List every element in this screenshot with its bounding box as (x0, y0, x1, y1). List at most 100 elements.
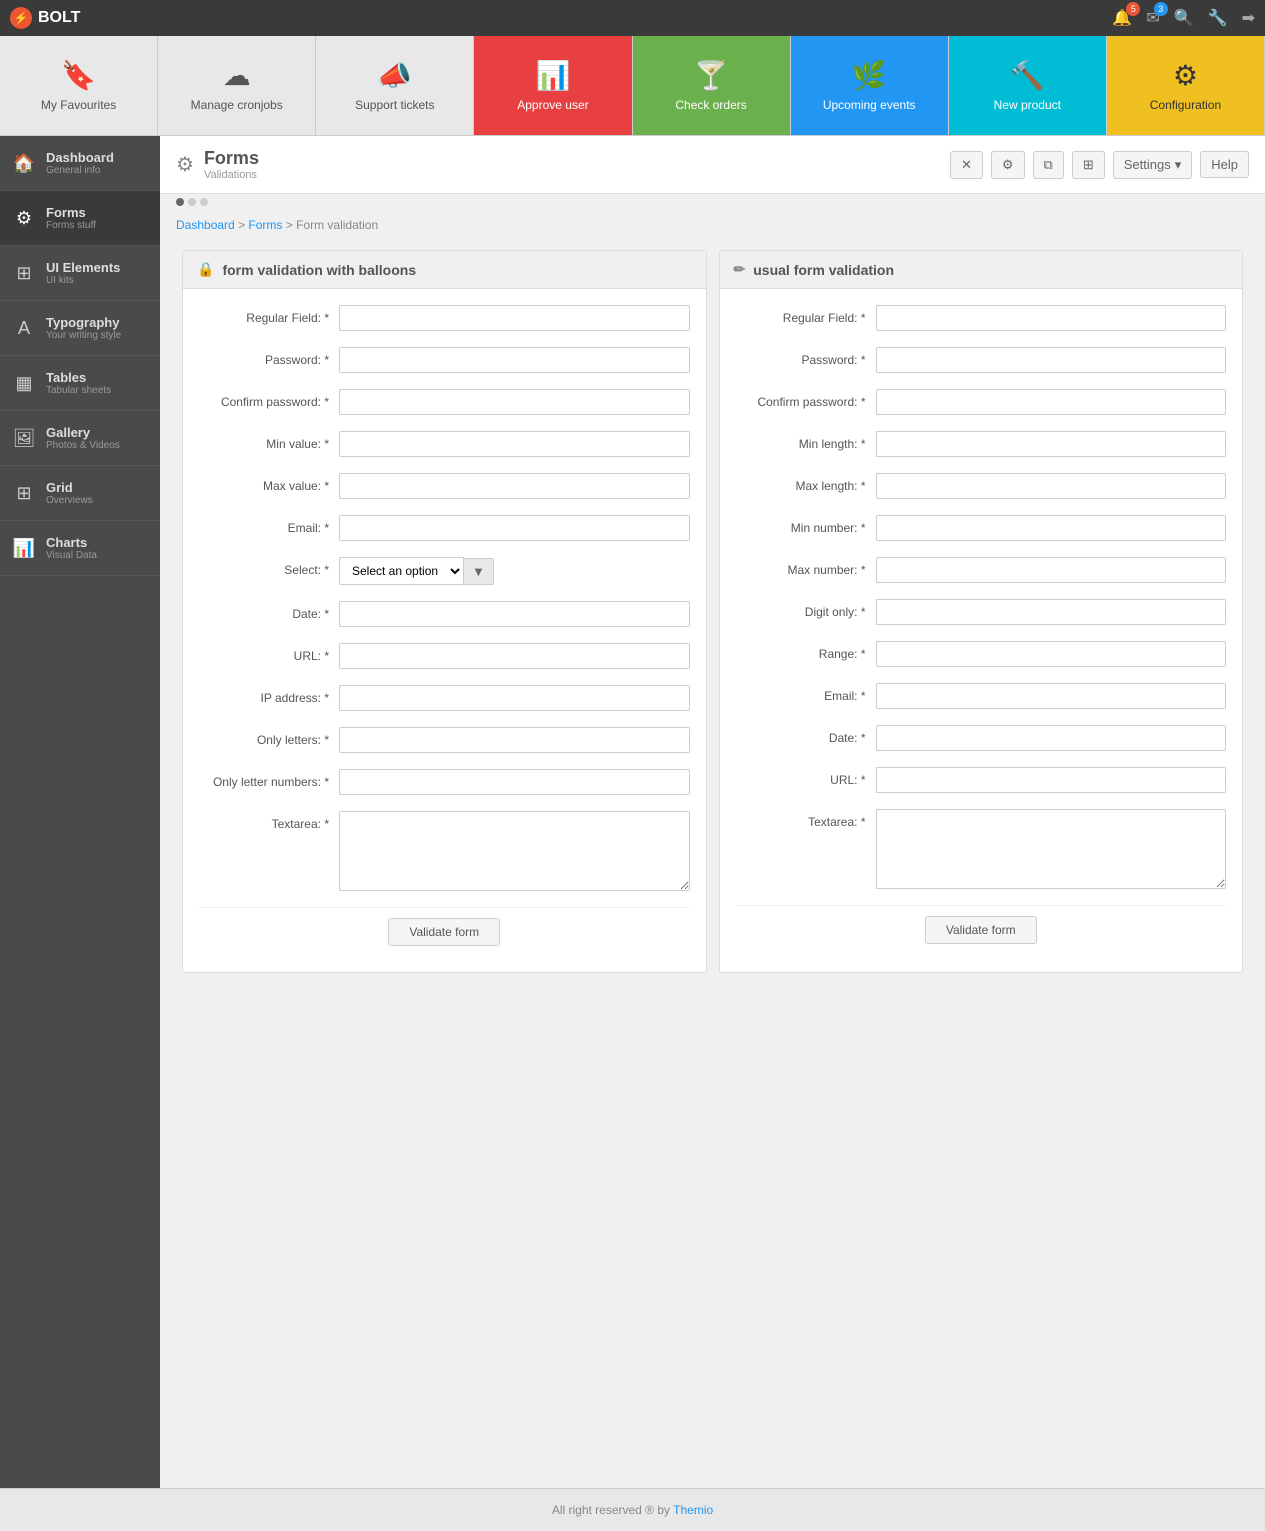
breadcrumb-sep-2: > (286, 218, 296, 232)
select-arrow-btn[interactable]: ▼ (464, 558, 494, 585)
top-icons: 🔔 5 ✉ 3 🔍 🔧 ➡ (1112, 8, 1255, 28)
min-length-input[interactable] (876, 431, 1227, 457)
max-value-input[interactable] (339, 473, 690, 499)
sidebar-icon-ui-elements: ⊞ (12, 263, 36, 284)
sidebar-subtitle-grid: Overviews (46, 495, 93, 506)
email-input-2[interactable] (876, 683, 1227, 709)
quickbar-item-approve-user[interactable]: 📊 Approve user (474, 36, 632, 135)
copy-btn[interactable]: ⧉ (1033, 151, 1064, 179)
sidebar-title-ui-elements: UI Elements (46, 260, 120, 275)
gear-btn[interactable]: ⚙ (991, 151, 1025, 179)
quickbar-icon-configuration: ⚙ (1173, 59, 1198, 92)
textarea-input-1[interactable] (339, 811, 690, 891)
sidebar-item-tables[interactable]: ▦ Tables Tabular sheets (0, 356, 160, 411)
app-title: BOLT (38, 9, 80, 27)
balloon-form-header: 🔒 form validation with balloons (183, 251, 706, 289)
textarea-row-2: Textarea: * (736, 809, 1227, 889)
date-row-1: Date: * (199, 601, 690, 627)
quickbar-item-manage-cronjobs[interactable]: ☁ Manage cronjobs (158, 36, 316, 135)
date-label-1: Date: * (199, 601, 329, 621)
quickbar-item-configuration[interactable]: ⚙ Configuration (1107, 36, 1265, 135)
date-input-2[interactable] (876, 725, 1227, 751)
forward-btn[interactable]: ➡ (1242, 8, 1255, 28)
min-value-input[interactable] (339, 431, 690, 457)
balloon-form-panel: 🔒 form validation with balloons Regular … (182, 250, 707, 973)
quickbar-item-new-product[interactable]: 🔨 New product (949, 36, 1107, 135)
sidebar-item-forms[interactable]: ⚙ Forms Forms stuff (0, 191, 160, 246)
sidebar-item-grid[interactable]: ⊞ Grid Overviews (0, 466, 160, 521)
sidebar-subtitle-forms: Forms stuff (46, 220, 96, 231)
max-length-input[interactable] (876, 473, 1227, 499)
sidebar-item-dashboard[interactable]: 🏠 Dashboard General info (0, 136, 160, 191)
sidebar-item-ui-elements[interactable]: ⊞ UI Elements UI kits (0, 246, 160, 301)
notifications-badge: 5 (1126, 2, 1140, 16)
quickbar-label-configuration: Configuration (1150, 98, 1221, 112)
notifications-btn[interactable]: 🔔 5 (1112, 8, 1132, 28)
textarea-row-1: Textarea: * (199, 811, 690, 891)
tab-dot-2 (188, 198, 196, 206)
range-input[interactable] (876, 641, 1227, 667)
quickbar-item-support-tickets[interactable]: 📣 Support tickets (316, 36, 474, 135)
sidebar-item-gallery[interactable]: 🖼 Gallery Photos & Videos (0, 411, 160, 466)
url-label-2: URL: * (736, 767, 866, 787)
help-btn[interactable]: Help (1200, 151, 1249, 178)
max-number-row: Max number: * (736, 557, 1227, 583)
password-label-2: Password: * (736, 347, 866, 367)
chart-btn[interactable]: ⊞ (1072, 151, 1105, 179)
sidebar-icon-dashboard: 🏠 (12, 153, 36, 174)
email-row-2: Email: * (736, 683, 1227, 709)
tab-dots (160, 194, 1265, 210)
messages-btn[interactable]: ✉ 3 (1146, 8, 1159, 28)
sidebar-icon-grid: ⊞ (12, 483, 36, 504)
url-row-2: URL: * (736, 767, 1227, 793)
quickbar-label-check-orders: Check orders (675, 98, 746, 112)
balloon-form-body: Regular Field: * Password: * Confirm pas… (183, 289, 706, 972)
settings-dropdown-btn[interactable]: Settings ▾ (1113, 151, 1193, 179)
email-input-1[interactable] (339, 515, 690, 541)
confirm-password-input-2[interactable] (876, 389, 1227, 415)
sidebar-subtitle-dashboard: General info (46, 165, 114, 176)
validate-form-btn-2[interactable]: Validate form (925, 916, 1037, 944)
quickbar-item-my-favourites[interactable]: 🔖 My Favourites (0, 36, 158, 135)
validate-form-btn-1[interactable]: Validate form (388, 918, 500, 946)
digit-only-input[interactable] (876, 599, 1227, 625)
confirm-password-input[interactable] (339, 389, 690, 415)
quickbar-icon-support-tickets: 📣 (377, 59, 412, 92)
url-input-2[interactable] (876, 767, 1227, 793)
search-btn[interactable]: 🔍 (1174, 8, 1194, 28)
password-input[interactable] (339, 347, 690, 373)
quickbar-item-check-orders[interactable]: 🍸 Check orders (633, 36, 791, 135)
quickbar-item-upcoming-events[interactable]: 🌿 Upcoming events (791, 36, 949, 135)
min-number-input[interactable] (876, 515, 1227, 541)
footer: All right reserved ® by Themio (0, 1488, 1265, 1531)
sidebar-item-charts[interactable]: 📊 Charts Visual Data (0, 521, 160, 576)
sidebar-item-typography[interactable]: A Typography Your writing style (0, 301, 160, 356)
settings-btn[interactable]: 🔧 (1208, 8, 1228, 28)
lock-icon: 🔒 (197, 261, 214, 278)
ip-address-input[interactable] (339, 685, 690, 711)
only-letter-numbers-input[interactable] (339, 769, 690, 795)
max-number-input[interactable] (876, 557, 1227, 583)
password-input-2[interactable] (876, 347, 1227, 373)
quickbar-label-approve-user: Approve user (517, 98, 588, 112)
page-title: Forms (204, 148, 259, 169)
breadcrumb-forms[interactable]: Forms (248, 218, 282, 232)
regular-field-input-2[interactable] (876, 305, 1227, 331)
url-input-1[interactable] (339, 643, 690, 669)
textarea-input-2[interactable] (876, 809, 1227, 889)
select-wrapper: Select an option ▼ (339, 557, 494, 585)
close-btn[interactable]: ✕ (950, 151, 983, 179)
topbar: ⚡ BOLT 🔔 5 ✉ 3 🔍 🔧 ➡ (0, 0, 1265, 36)
only-letters-input[interactable] (339, 727, 690, 753)
sidebar-subtitle-gallery: Photos & Videos (46, 440, 120, 451)
sidebar-title-typography: Typography (46, 315, 121, 330)
confirm-password-row-2: Confirm password: * (736, 389, 1227, 415)
select-input[interactable]: Select an option (339, 557, 464, 585)
date-input-1[interactable] (339, 601, 690, 627)
footer-link[interactable]: Themio (673, 1503, 713, 1517)
content-area: ⚙ Forms Validations ✕ ⚙ ⧉ ⊞ Settings ▾ H… (160, 136, 1265, 1488)
breadcrumb-dashboard[interactable]: Dashboard (176, 218, 235, 232)
select-label: Select: * (199, 557, 329, 577)
password-row-2: Password: * (736, 347, 1227, 373)
regular-field-input[interactable] (339, 305, 690, 331)
